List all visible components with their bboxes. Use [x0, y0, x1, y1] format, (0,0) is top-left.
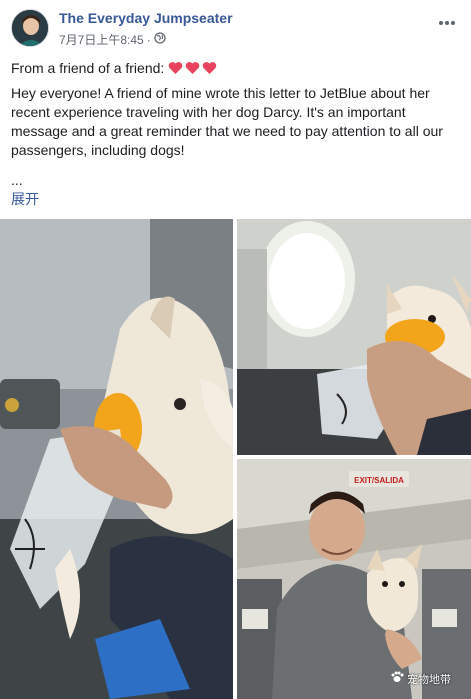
watermark: 宠物地带	[390, 670, 451, 687]
post-text: From a friend of a friend: Hey everyone!…	[11, 58, 463, 160]
post-intro: From a friend of a friend:	[11, 59, 165, 76]
watermark-text: 宠物地带	[407, 673, 451, 686]
ellipsis-icon	[438, 8, 456, 30]
post-meta: 7月7日上午8:45 ·	[59, 31, 166, 48]
more-options-button[interactable]	[432, 8, 462, 30]
post-body: Hey everyone! A friend of mine wrote thi…	[11, 85, 443, 158]
author-name[interactable]: The Everyday Jumpseater	[59, 10, 233, 26]
text-ellipsis: ...	[11, 172, 23, 188]
paw-icon	[390, 670, 404, 687]
heart-icon	[169, 62, 183, 74]
photo-dog-oxygen-mask[interactable]	[0, 219, 233, 699]
expand-link[interactable]: 展开	[11, 189, 39, 209]
exit-sign: EXIT/SALIDA	[354, 476, 404, 485]
photo-man-holding-dog[interactable]: EXIT/SALIDA	[237, 459, 471, 699]
hearts	[168, 61, 217, 75]
post-header: The Everyday Jumpseater 7月7日上午8:45 ·	[0, 0, 471, 54]
heart-icon	[186, 62, 200, 74]
post-timestamp[interactable]: 7月7日上午8:45	[59, 31, 144, 48]
meta-separator: ·	[146, 32, 151, 47]
globe-icon	[154, 32, 166, 47]
heart-icon	[203, 62, 217, 74]
photo-dog-window-seat[interactable]	[237, 219, 471, 455]
author-avatar[interactable]	[11, 9, 49, 47]
